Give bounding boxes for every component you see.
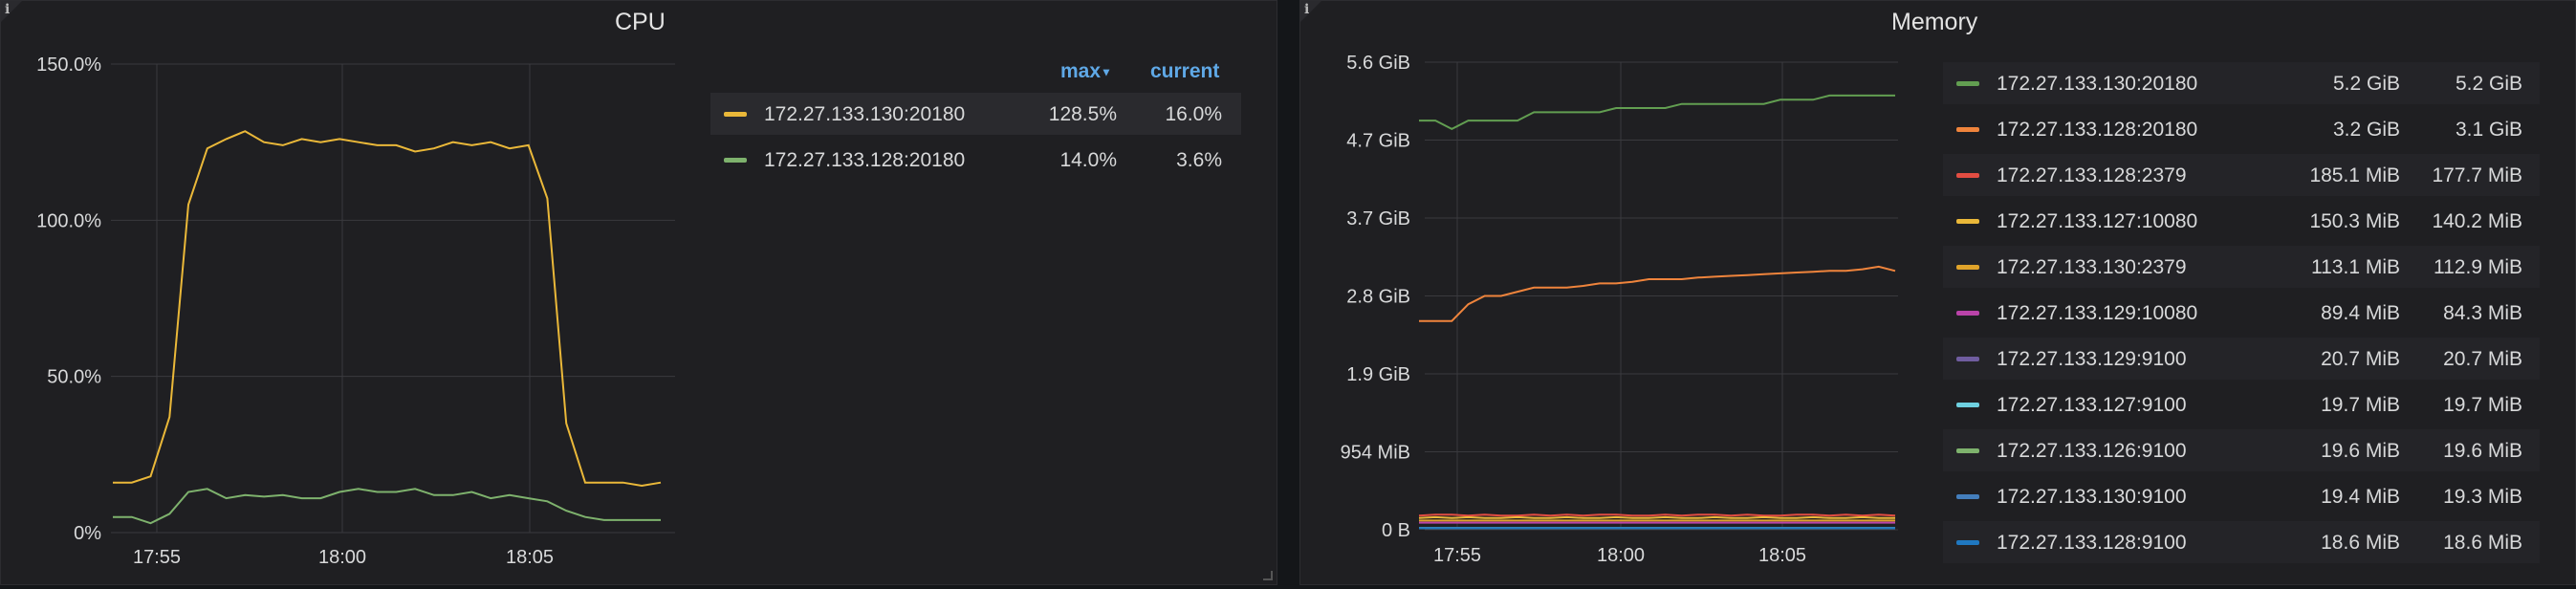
series-name: 172.27.133.126:9100: [1997, 440, 2187, 462]
y-tick-label: 5.6 GiB: [1346, 53, 1410, 74]
series-name: 172.27.133.130:9100: [1997, 486, 2187, 508]
series-current: 3.6%: [1176, 149, 1222, 171]
series-name: 172.27.133.128:2379: [1997, 164, 2187, 186]
series-current: 140.2 MiB: [2432, 210, 2522, 232]
series-name: 172.27.133.130:20180: [764, 103, 966, 125]
series-current: 177.7 MiB: [2432, 164, 2522, 186]
series-line[interactable]: [113, 130, 662, 488]
y-tick-label: 150.0%: [36, 55, 101, 76]
x-tick-label: 18:00: [1597, 545, 1645, 566]
x-tick-label: 17:55: [133, 547, 181, 568]
series-max: 19.7 MiB: [2321, 394, 2400, 416]
series-max: 5.2 GiB: [2332, 73, 2400, 95]
cpu-chart[interactable]: 0% 50.0% 100.0% 150.0% 17:55 18:00 18:05: [1, 1, 689, 586]
legend-row[interactable]: 172.27.133.130:20180 128.5% 16.0%: [710, 93, 1241, 135]
series-color-swatch: [1956, 448, 1979, 453]
y-tick-label: 0 B: [1382, 520, 1410, 541]
legend-row[interactable]: 172.27.133.127:10080 150.3 MiB 140.2 MiB: [1943, 200, 2540, 242]
sort-desc-icon: ▼: [1101, 65, 1112, 79]
legend-row[interactable]: 172.27.133.128:2379 185.1 MiB 177.7 MiB: [1943, 154, 2540, 196]
series-color-swatch: [1956, 81, 1979, 86]
series-max: 128.5%: [1048, 103, 1117, 125]
series-color-swatch: [1956, 357, 1979, 361]
series-name: 172.27.133.128:9100: [1997, 532, 2187, 554]
series-name: 172.27.133.130:2379: [1997, 256, 2187, 278]
series-max: 18.6 MiB: [2321, 532, 2400, 554]
x-tick-label: 18:00: [318, 547, 366, 568]
y-tick-label: 0%: [74, 523, 101, 544]
series-max: 3.2 GiB: [2332, 119, 2400, 141]
series-color-swatch: [1956, 219, 1979, 224]
legend-row[interactable]: 172.27.133.130:2379 113.1 MiB 112.9 MiB: [1943, 246, 2540, 288]
series-current: 19.3 MiB: [2443, 486, 2522, 508]
y-tick-label: 954 MiB: [1341, 443, 1410, 464]
series-name: 172.27.133.129:10080: [1997, 302, 2198, 324]
memory-chart[interactable]: 0 B 954 MiB 1.9 GiB 2.8 GiB 3.7 GiB 4.7 GiB 5.…: [1300, 1, 1912, 586]
series-max: 89.4 MiB: [2321, 302, 2400, 324]
series-current: 3.1 GiB: [2455, 119, 2522, 141]
y-tick-label: 3.7 GiB: [1346, 208, 1410, 229]
series-line[interactable]: [1418, 513, 1896, 517]
series-name: 172.27.133.128:20180: [764, 149, 966, 171]
legend-row[interactable]: 172.27.133.127:9100 19.7 MiB 19.7 MiB: [1943, 383, 2540, 425]
y-tick-label: 4.7 GiB: [1346, 131, 1410, 152]
x-tick-label: 18:05: [506, 547, 554, 568]
series-name: 172.27.133.128:20180: [1997, 119, 2198, 141]
series-color-swatch: [1956, 265, 1979, 270]
series-current: 5.2 GiB: [2455, 73, 2522, 95]
x-tick-label: 18:05: [1758, 545, 1806, 566]
series-color-swatch: [1956, 403, 1979, 407]
legend-row[interactable]: 172.27.133.130:9100 19.4 MiB 19.3 MiB: [1943, 475, 2540, 517]
series-max: 150.3 MiB: [2309, 210, 2400, 232]
series-name: 172.27.133.130:20180: [1997, 73, 2198, 95]
legend-row[interactable]: 172.27.133.128:9100 18.6 MiB 18.6 MiB: [1943, 521, 2540, 563]
series-name: 172.27.133.127:10080: [1997, 210, 2198, 232]
cpu-panel: i CPU 0% 50.0% 100.0% 150.0% 17:55 18:00 18:05…: [0, 0, 1277, 585]
series-color-swatch: [1956, 494, 1979, 499]
legend-row[interactable]: 172.27.133.126:9100 19.6 MiB 19.6 MiB: [1943, 429, 2540, 471]
series-current: 84.3 MiB: [2443, 302, 2522, 324]
series-line[interactable]: [1419, 94, 1895, 131]
series-max: 14.0%: [1059, 149, 1117, 171]
cpu-legend: max▼ current 172.27.133.130:20180 128.5% 1…: [710, 51, 1241, 171]
y-tick-label: 2.8 GiB: [1346, 287, 1410, 308]
series-color-swatch: [1956, 127, 1979, 132]
series-max: 20.7 MiB: [2321, 348, 2400, 370]
series-current: 16.0%: [1165, 103, 1222, 125]
series-max: 19.4 MiB: [2321, 486, 2400, 508]
y-tick-label: 100.0%: [36, 210, 101, 231]
legend-row[interactable]: 172.27.133.128:20180 3.2 GiB 3.1 GiB: [1943, 108, 2540, 150]
memory-legend: 172.27.133.130:20180 5.2 GiB 5.2 GiB 172.27…: [1943, 62, 2540, 569]
x-tick-label: 17:55: [1433, 545, 1481, 566]
series-line[interactable]: [1418, 515, 1895, 519]
series-name: 172.27.133.129:9100: [1997, 348, 2187, 370]
series-color-swatch: [724, 112, 747, 117]
legend-row[interactable]: 172.27.133.128:20180 14.0% 3.6%: [710, 139, 1241, 181]
series-current: 19.7 MiB: [2443, 394, 2522, 416]
series-color-swatch: [1956, 540, 1979, 545]
series-max: 113.1 MiB: [2311, 256, 2400, 278]
series-color-swatch: [1956, 311, 1979, 316]
series-max: 185.1 MiB: [2309, 164, 2400, 186]
series-current: 112.9 MiB: [2434, 256, 2522, 278]
series-color-swatch: [1956, 173, 1979, 178]
legend-row[interactable]: 172.27.133.129:9100 20.7 MiB 20.7 MiB: [1943, 338, 2540, 380]
series-line[interactable]: [1419, 265, 1896, 322]
y-tick-label: 1.9 GiB: [1346, 364, 1410, 385]
legend-header-current[interactable]: current: [1150, 60, 1219, 83]
series-color-swatch: [724, 158, 747, 163]
series-current: 20.7 MiB: [2443, 348, 2522, 370]
resize-handle-icon[interactable]: [1263, 571, 1273, 580]
memory-panel: i Memory 0 B 954 MiB 1.9 GiB 2.8 GiB 3.7 GiB…: [1299, 0, 2576, 585]
legend-row[interactable]: 172.27.133.130:20180 5.2 GiB 5.2 GiB: [1943, 62, 2540, 104]
legend-header-max[interactable]: max▼: [1060, 60, 1112, 83]
series-name: 172.27.133.127:9100: [1997, 394, 2187, 416]
series-current: 19.6 MiB: [2443, 440, 2522, 462]
series-line[interactable]: [113, 488, 661, 525]
series-max: 19.6 MiB: [2321, 440, 2400, 462]
series-current: 18.6 MiB: [2443, 532, 2522, 554]
legend-row[interactable]: 172.27.133.129:10080 89.4 MiB 84.3 MiB: [1943, 292, 2540, 334]
y-tick-label: 50.0%: [47, 367, 101, 388]
